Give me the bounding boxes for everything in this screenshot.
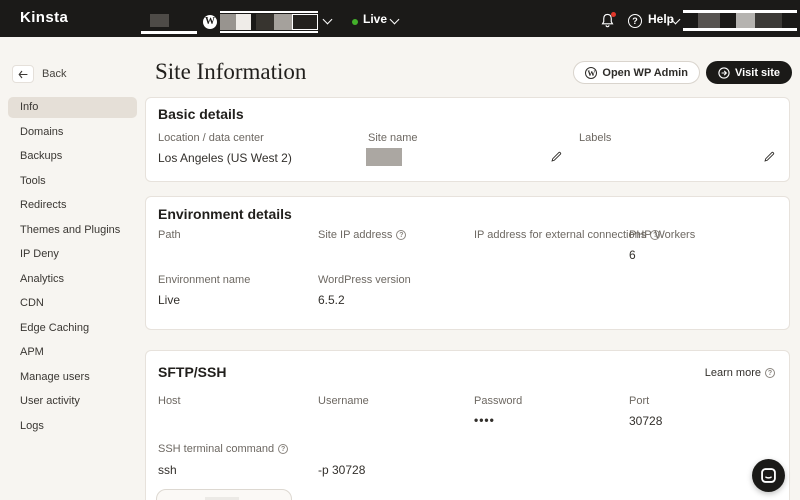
sidebar-item-logs[interactable]: Logs: [8, 416, 137, 437]
environment-status-dot: [352, 19, 358, 25]
environment-name-value: Live: [158, 293, 181, 307]
redacted-site-name: [292, 14, 318, 30]
open-wp-admin-label: Open WP Admin: [602, 66, 688, 79]
learn-more-label: Learn more: [704, 367, 761, 379]
redaction-strip: [683, 28, 797, 31]
sidebar-item-analytics[interactable]: Analytics: [8, 269, 137, 290]
ssh-command-label: SSH terminal command ?: [158, 443, 289, 455]
site-ip-label: Site IP address ?: [318, 229, 407, 241]
basic-details-title: Basic details: [158, 106, 244, 122]
arrow-circle-icon: [718, 66, 730, 79]
visit-site-button[interactable]: Visit site: [705, 61, 792, 84]
username-label: Username: [318, 395, 369, 407]
wordpress-icon: W: [203, 15, 217, 29]
pencil-icon: [764, 151, 775, 162]
wordpress-icon: W: [585, 66, 598, 79]
path-label: Path: [158, 229, 181, 241]
redacted-site-name: [274, 14, 292, 30]
php-workers-label: PHP Workers: [629, 229, 696, 241]
tooltip-question-icon: ?: [765, 368, 775, 378]
learn-more-link[interactable]: Learn more ?: [705, 367, 775, 379]
edit-site-name-button[interactable]: [551, 149, 562, 167]
labels-label: Labels: [579, 132, 612, 144]
redacted-site-name: [236, 14, 251, 30]
sidebar-item-themes-and-plugins[interactable]: Themes and Plugins: [8, 220, 137, 241]
sidebar-item-tools[interactable]: Tools: [8, 171, 137, 192]
sidebar-item-cdn[interactable]: CDN: [8, 293, 137, 314]
sidebar-item-user-activity[interactable]: User activity: [8, 391, 137, 412]
kinsta-logo: Kinsta: [20, 9, 69, 26]
chat-launcher-button[interactable]: [752, 459, 785, 492]
redacted-site-name-value: [366, 148, 402, 166]
chevron-down-icon[interactable]: [389, 14, 400, 25]
sidebar-item-apm[interactable]: APM: [8, 342, 137, 363]
environment-selector[interactable]: Live: [363, 12, 387, 26]
open-wp-admin-button[interactable]: W Open WP Admin: [573, 61, 700, 84]
top-header-bar: Kinsta W Live ? Help: [0, 0, 800, 37]
redacted-breadcrumb: [150, 14, 169, 27]
ssh-command-prefix: ssh: [158, 463, 177, 477]
redacted-account-name: [755, 13, 782, 28]
back-label[interactable]: Back: [42, 68, 66, 80]
pencil-icon: [551, 151, 562, 162]
visit-site-label: Visit site: [734, 66, 780, 79]
ssh-command-port-flag: -p 30728: [318, 463, 366, 477]
sidebar-item-redirects[interactable]: Redirects: [8, 195, 137, 216]
redaction-strip: [220, 11, 318, 13]
account-menu-redacted[interactable]: [683, 10, 797, 31]
environment-details-title: Environment details: [158, 206, 292, 222]
password-value: ••••: [474, 413, 495, 427]
chat-icon: [761, 468, 776, 483]
sidebar-item-domains[interactable]: Domains: [8, 122, 137, 143]
port-value: 30728: [629, 414, 663, 428]
sidebar-item-info[interactable]: Info: [8, 97, 137, 118]
page-actions: W Open WP Admin Visit site: [573, 61, 792, 84]
sidebar-item-edge-caching[interactable]: Edge Caching: [8, 318, 137, 339]
redacted-site-name: [220, 14, 236, 30]
help-icon: ?: [628, 14, 642, 28]
site-name-label: Site name: [368, 132, 418, 144]
password-label: Password: [474, 395, 523, 407]
environment-name-label: Environment name: [158, 274, 251, 286]
tooltip-question-icon[interactable]: ?: [278, 444, 289, 454]
chevron-down-icon[interactable]: [322, 14, 333, 25]
notifications-button[interactable]: [600, 12, 618, 30]
redacted-breadcrumb-underline: [141, 31, 197, 34]
notification-badge: [611, 12, 616, 17]
site-ip-label-text: Site IP address: [318, 229, 393, 241]
redacted-site-name: [256, 14, 274, 30]
sidebar-item-ip-deny[interactable]: IP Deny: [8, 244, 137, 265]
host-label: Host: [158, 395, 181, 407]
external-ip-label-text: IP address for external connections: [474, 229, 647, 241]
port-label: Port: [629, 395, 650, 407]
redaction-strip: [220, 31, 318, 33]
basic-details-card: Basic details Location / data center Sit…: [145, 97, 790, 182]
location-label: Location / data center: [158, 132, 264, 144]
sidebar-item-manage-users[interactable]: Manage users: [8, 367, 137, 388]
redacted-account-name: [736, 13, 755, 28]
sftp-ssh-card: SFTP/SSH Learn more ? Host Username Pass…: [145, 350, 790, 500]
sidebar-nav: Info Domains Backups Tools Redirects The…: [8, 97, 137, 440]
ssh-command-label-text: SSH terminal command: [158, 443, 275, 455]
wordpress-version-label: WordPress version: [318, 274, 411, 286]
environment-details-card: Environment details Path Site IP address…: [145, 196, 790, 330]
redacted-account-name: [698, 13, 720, 28]
php-workers-value: 6: [629, 248, 636, 262]
location-value: Los Angeles (US West 2): [158, 151, 292, 165]
wordpress-version-value: 6.5.2: [318, 293, 345, 307]
arrow-left-icon: [18, 70, 28, 78]
edit-labels-button[interactable]: [764, 149, 775, 167]
tooltip-question-icon[interactable]: ?: [396, 230, 407, 240]
site-selector[interactable]: [220, 11, 318, 33]
page-title: Site Information: [155, 59, 307, 84]
sidebar-item-backups[interactable]: Backups: [8, 146, 137, 167]
sftp-ssh-title: SFTP/SSH: [158, 364, 227, 380]
back-button[interactable]: [12, 65, 34, 83]
ssh-dropdown-partial[interactable]: [156, 489, 292, 500]
